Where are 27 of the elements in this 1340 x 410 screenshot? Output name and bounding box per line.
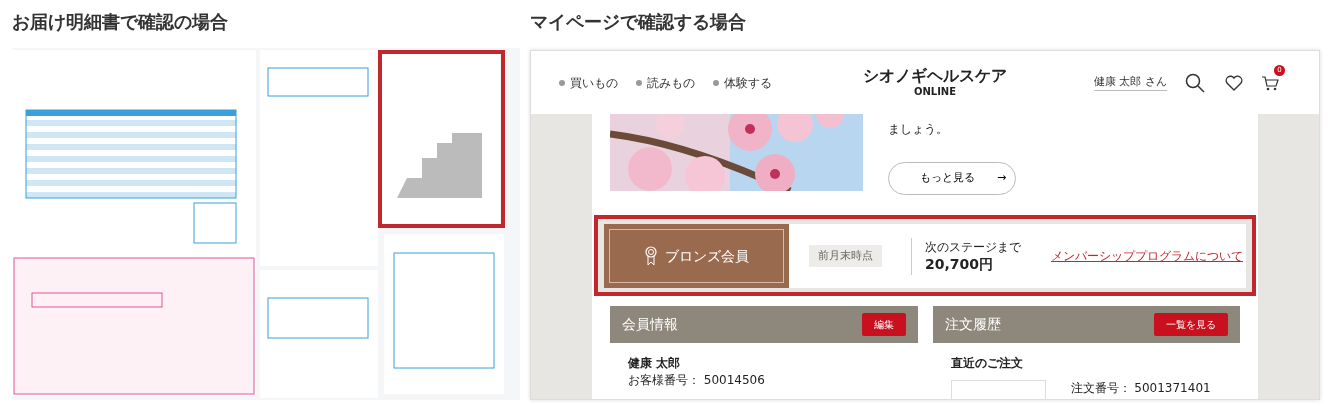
panel-button[interactable]: 編集: [861, 313, 906, 336]
medal-icon[interactable]: [644, 246, 657, 266]
rank-label: ブロンズ会員: [664, 246, 749, 266]
customer-number: お客様番号： 50014506: [628, 372, 766, 389]
search-icon[interactable]: [1185, 72, 1205, 93]
user-link[interactable]: 健康 太郎 さん: [1094, 73, 1167, 92]
nav-link[interactable]: 買いもの: [559, 73, 618, 92]
section-title: お届け明細書で確認の場合: [12, 10, 229, 34]
heart-icon[interactable]: [1225, 74, 1243, 91]
nav-link[interactable]: 体験する: [713, 73, 772, 92]
member-name: 健康 太郎: [628, 355, 682, 372]
next-stage-amount: 20,700円: [925, 255, 995, 273]
panel-button[interactable]: 一覧を見る: [1154, 313, 1228, 336]
next-stage-label: 次のステージまで: [925, 239, 1021, 255]
logo-text[interactable]: シオノギヘルスケア: [863, 66, 1007, 85]
order-number: 注文番号： 5001371401: [1070, 380, 1211, 397]
order-subtitle: 直近のご注文: [950, 355, 1024, 372]
nav-link[interactable]: 読みもの: [636, 73, 695, 92]
panel-title: 会員情報: [622, 315, 678, 334]
cart-icon[interactable]: [1261, 75, 1279, 91]
logo-subtitle[interactable]: ONLINE: [863, 84, 1007, 99]
membership-link[interactable]: メンバーシッププログラムについて: [1051, 248, 1243, 264]
panel-title: 注文履歴: [944, 315, 1001, 334]
as-of-tag: 前月末時点: [809, 244, 882, 268]
body-text: ましょう。: [888, 121, 949, 138]
more-button[interactable]: もっと見る →: [888, 162, 1016, 195]
section-title: マイページで確認する場合: [530, 10, 747, 34]
